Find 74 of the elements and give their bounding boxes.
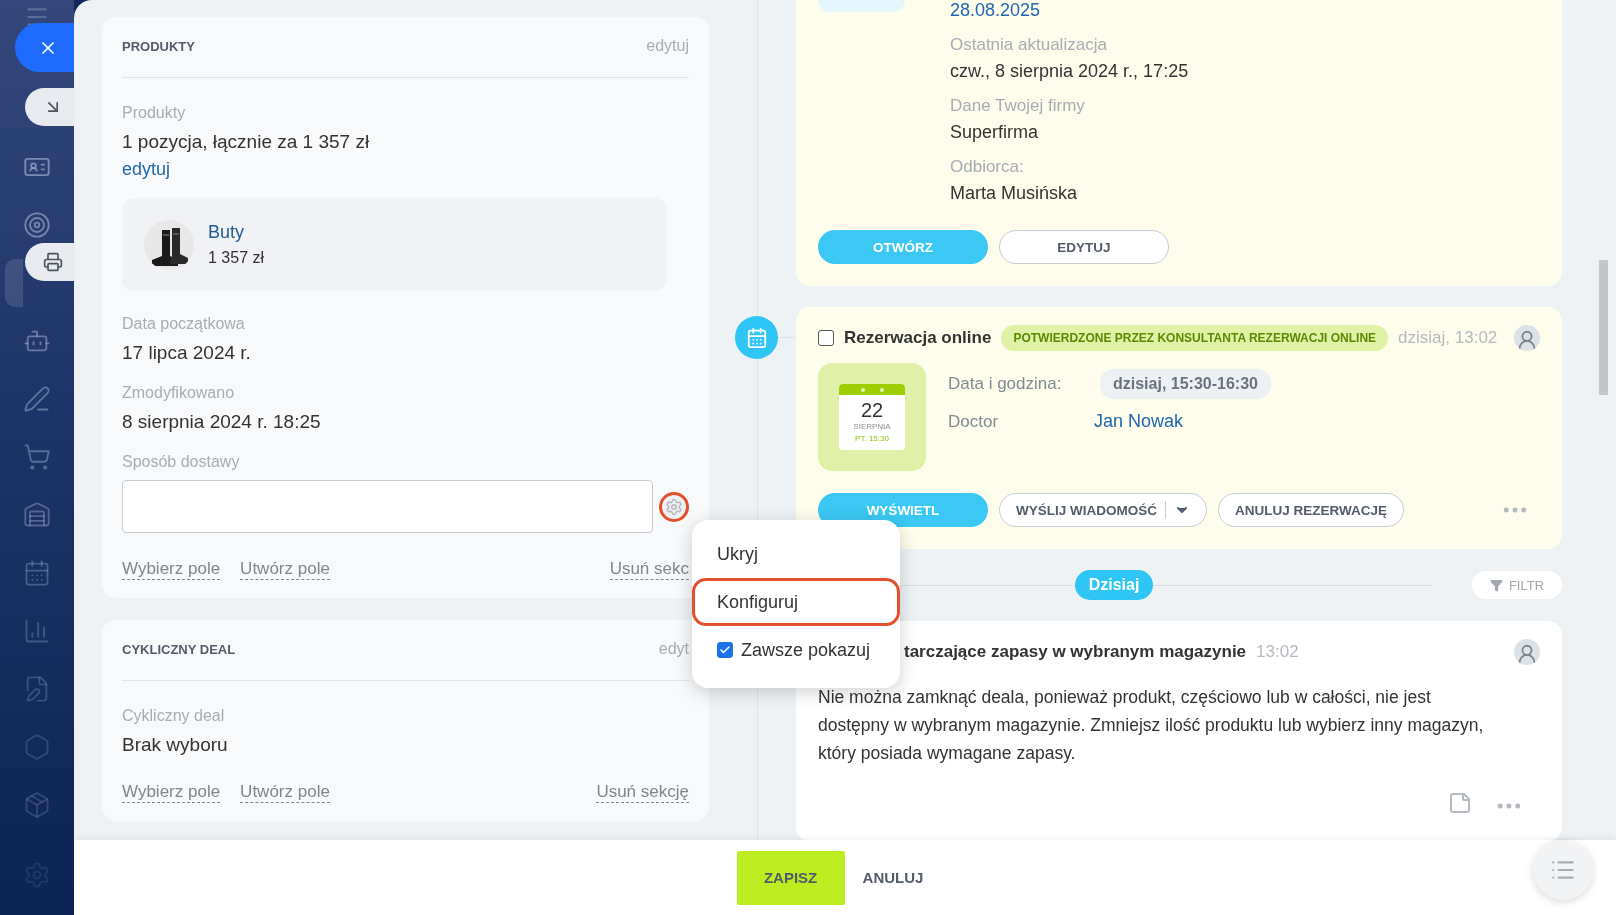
printer-icon[interactable] xyxy=(42,252,63,272)
footer-link[interactable]: Wybierz pole xyxy=(122,559,221,580)
detail-label: Doctor xyxy=(948,411,1000,432)
remove-section-link[interactable]: Usuń sekcję xyxy=(596,782,689,803)
target-icon[interactable] xyxy=(23,211,51,239)
checkbox[interactable] xyxy=(818,330,834,346)
field-label: Produkty xyxy=(122,104,187,122)
cancel-button[interactable]: ANULUJ xyxy=(862,869,924,886)
field-value: 17 lipca 2024 r. xyxy=(122,342,252,364)
section-title: CYKLICZNY DEAL xyxy=(122,642,236,657)
product-name[interactable]: Buty xyxy=(208,222,265,243)
outline-button[interactable]: ANULUJ REZERWACJĘ xyxy=(1218,493,1405,527)
detail-value: dzisiaj, 15:30-16:30 xyxy=(1100,369,1271,399)
settings-button[interactable] xyxy=(659,491,689,522)
close-button[interactable] xyxy=(15,23,74,72)
remove-section-link[interactable]: Usuń sekc xyxy=(609,559,689,580)
footer-link[interactable]: Utwórz pole xyxy=(240,782,330,803)
hexagon-icon[interactable] xyxy=(23,733,51,761)
calendar-icon[interactable] xyxy=(23,559,51,587)
edit-link[interactable]: edytuj xyxy=(122,159,171,179)
calendar-list-icon xyxy=(735,316,778,359)
calendar-time: PT. 15:30 xyxy=(855,434,889,443)
avatar-icon xyxy=(1514,639,1540,665)
booking-title: Rezerwacja online xyxy=(844,328,992,348)
bar-chart-icon[interactable] xyxy=(23,617,51,645)
cart-icon[interactable] xyxy=(23,443,51,471)
calendar-month: SIERPNIA xyxy=(853,422,891,431)
field-label: Sposób dostawy xyxy=(122,453,241,471)
field-value: czw., 8 sierpnia 2024 r., 17:25 xyxy=(950,61,1190,82)
footer-link[interactable]: Wybierz pole xyxy=(122,782,221,803)
note-icon[interactable] xyxy=(1448,791,1472,815)
garage-icon[interactable] xyxy=(23,501,51,529)
timestamp: dzisiaj, 13:02 xyxy=(1398,328,1498,348)
package-icon[interactable] xyxy=(23,791,51,819)
calendar-day: 22 xyxy=(860,399,884,422)
field-label: Dane Twojej firmy xyxy=(950,96,1086,116)
menu-item[interactable]: Zawsze pokazuj xyxy=(692,626,900,674)
menu-item[interactable]: Ukryj xyxy=(692,530,900,578)
status-badge: POTWIERDZONE PRZEZ KONSULTANTA REZERWACJI ONLINE xyxy=(1001,325,1389,351)
check-icon xyxy=(719,644,731,656)
field-value: Superfirma xyxy=(950,122,1040,143)
field-value: Marta Musińska xyxy=(950,183,1079,204)
field-label: Data początkowa xyxy=(122,315,246,333)
warning-title: tarczające zapasy w wybranym magazynie xyxy=(904,642,1247,662)
collapse-button[interactable] xyxy=(25,88,74,126)
product-card[interactable]: Buty 1 357 zł xyxy=(122,198,667,291)
field-value: 1 pozycja, łącznie za 1 357 zł xyxy=(122,131,371,153)
field-label: Odbiorca: xyxy=(950,157,1025,177)
detail-label: Data i godzina: xyxy=(948,374,1063,394)
avatar-icon xyxy=(1514,325,1540,351)
doctor-link[interactable]: Jan Nowak xyxy=(1094,411,1184,432)
print-button[interactable] xyxy=(25,243,74,281)
gear-icon[interactable] xyxy=(665,497,683,516)
product-price: 1 357 zł xyxy=(208,249,265,267)
field-value: Brak wyboru xyxy=(122,734,229,756)
menu-item[interactable]: Konfiguruj xyxy=(692,578,900,626)
date-link[interactable]: 28.08.2025 xyxy=(950,0,1540,21)
footer-link[interactable]: Utwórz pole xyxy=(240,559,330,580)
field-label: Ostatnia aktualizacja xyxy=(950,35,1108,55)
input-field[interactable] xyxy=(122,480,653,533)
save-button[interactable]: ZAPISZ xyxy=(736,850,845,905)
timestamp: 13:02 xyxy=(1256,642,1299,662)
date-divider-label: Dzisiaj xyxy=(1074,570,1154,600)
checkbox[interactable] xyxy=(717,642,733,658)
field-label: Cykliczny deal xyxy=(122,707,226,725)
warning-text: Nie można zamknąć deala, ponieważ produkt, częściowo lub w całości, nie jest dostępny w wybranym magazynie. Zmniejsz ilość produktu lub wybierz inny magazyn, który posiada wymagane zapasy. xyxy=(818,686,1485,765)
outline-button[interactable]: EDYTUJ xyxy=(999,230,1169,264)
scrollbar-thumb[interactable] xyxy=(1599,260,1608,395)
section-title: PRODUKTY xyxy=(122,39,195,54)
field-value: 8 sierpnia 2024 r. 18:25 xyxy=(122,411,322,433)
pen-icon[interactable] xyxy=(23,385,51,413)
filter-icon[interactable] xyxy=(1489,578,1503,592)
split-button[interactable]: WYŚLIJ WIADOMOŚĆ xyxy=(999,493,1207,527)
field-label: Zmodyfikowano xyxy=(122,384,236,402)
